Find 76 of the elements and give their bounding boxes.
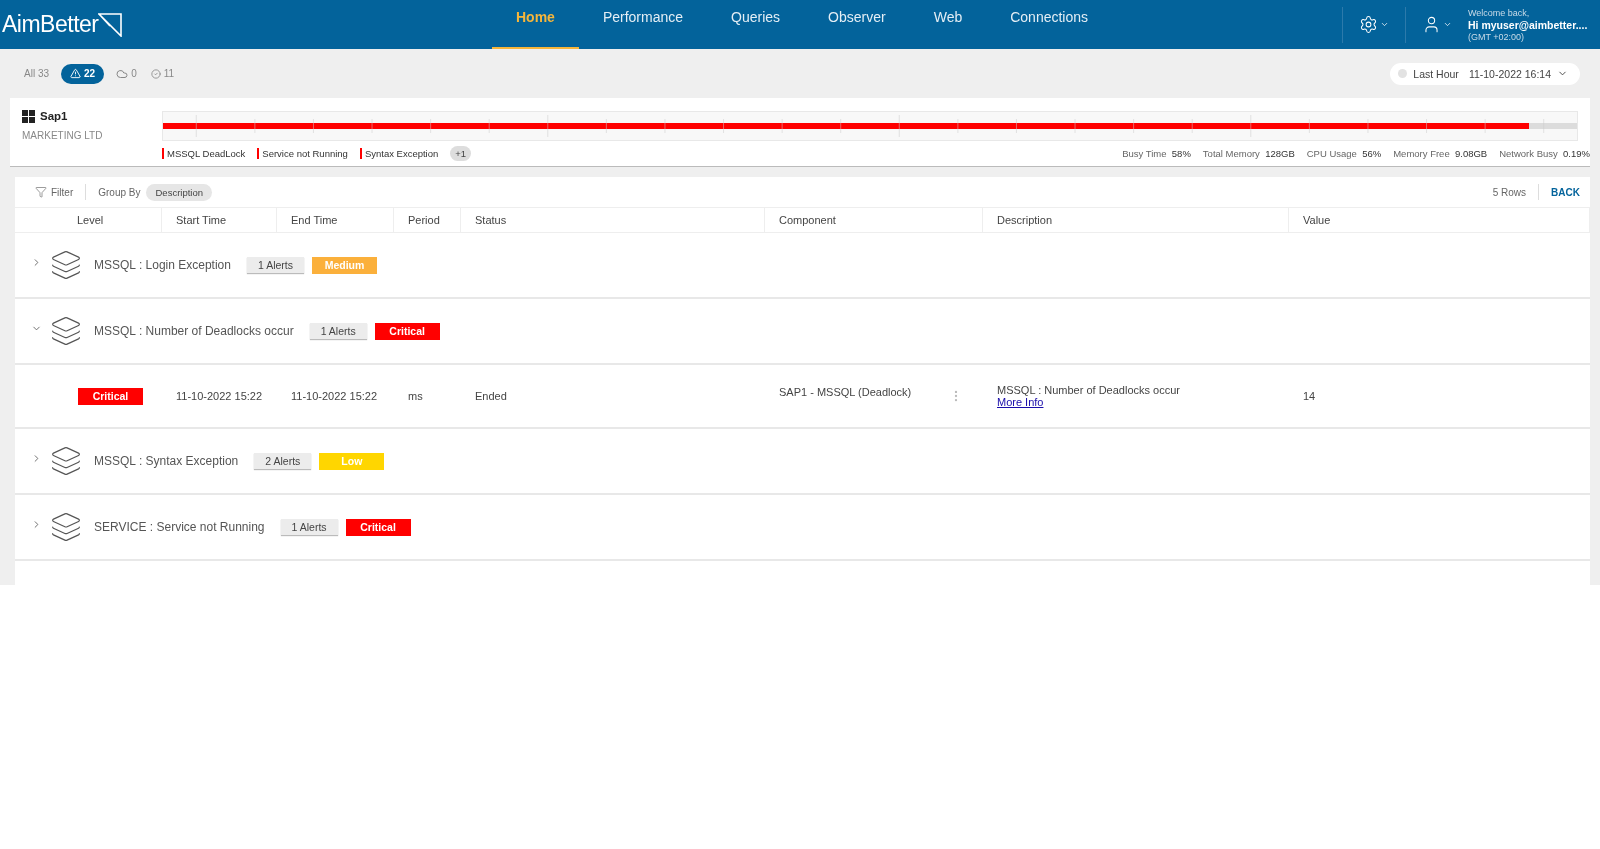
layers-icon [50, 445, 82, 477]
description-text: MSSQL : Number of Deadlocks occur [997, 384, 1181, 396]
group-by-chip[interactable]: Description [146, 183, 212, 201]
filter-chip[interactable]: 11 [148, 63, 177, 84]
table-cell-text: 14 [1302, 390, 1317, 402]
windows-icon [22, 109, 35, 123]
severity-badge: Critical [374, 322, 440, 340]
nav-tab[interactable]: Queries [707, 0, 805, 49]
more-info-link[interactable]: More Info [997, 396, 1289, 408]
table-cell: SAP1 - MSSQL (Deadlock) [779, 386, 912, 398]
layers-icon [50, 511, 82, 543]
stat-text: Memory Free 9.08GB [1393, 148, 1488, 159]
back-link[interactable]: BACK [1551, 186, 1580, 198]
severity-badge: Critical [345, 518, 411, 536]
settings-icon [1359, 15, 1378, 34]
group-title: MSSQL : Login Exception [94, 258, 231, 272]
stat-text: Network Busy 0.19% [1499, 148, 1590, 159]
column-header: End Time [277, 208, 394, 232]
filter-icon [35, 186, 47, 198]
severity-badge: Medium [312, 256, 377, 274]
nav-tab[interactable]: Connections [986, 0, 1113, 49]
column-header: Value [1289, 208, 1590, 232]
filter-chip[interactable]: 0 [114, 63, 139, 84]
nav-tab[interactable]: Observer [804, 0, 910, 49]
layers-icon [50, 249, 82, 281]
timezone-text: (GMT +02:00) [1468, 31, 1526, 43]
column-header: Description [983, 208, 1289, 232]
column-header: Level [15, 208, 162, 232]
alerts-count: 1 Alerts [309, 323, 367, 339]
column-header: Start Time [162, 208, 277, 232]
table-cell-text: 11-10-2022 15:22 [175, 390, 264, 402]
company-name: MARKETING LTD [22, 129, 104, 141]
warning-icon [70, 68, 81, 79]
time-range-label: Last Hour [1413, 67, 1459, 80]
group-title: MSSQL : Number of Deadlocks occur [94, 324, 294, 338]
stat-text: Busy Time 58% [1122, 148, 1191, 159]
check-icon [150, 68, 161, 79]
column-header: Component [765, 208, 983, 232]
alerts-count: 2 Alerts [254, 453, 312, 469]
filter-chip[interactable]: All 33 [22, 63, 51, 84]
layers-icon [50, 315, 82, 347]
nav-tab[interactable]: Performance [578, 0, 708, 49]
group-by-label: Group By [98, 186, 141, 198]
user-icon [1422, 15, 1441, 34]
greeting-text: Welcome back, [1468, 6, 1531, 19]
user-name: Hi myuser@aimbetter.... [1468, 18, 1589, 31]
severity-badge: Critical [78, 387, 143, 405]
server-name: Sap1 [40, 110, 68, 122]
status-dot-icon [1398, 69, 1408, 78]
column-header: Period [394, 208, 461, 232]
legend-label: MSSQL DeadLock [167, 148, 246, 159]
group-title: SERVICE : Service not Running [94, 520, 265, 534]
logo-text: AimBetter [2, 11, 99, 38]
nav-tab[interactable]: Web [909, 0, 987, 49]
alerts-count: 1 Alerts [280, 519, 338, 535]
severity-badge: Low [319, 452, 385, 470]
filter-button[interactable]: Filter [35, 186, 74, 198]
legend-label: Service not Running [262, 148, 348, 159]
table-cell-text: ms [407, 390, 424, 402]
table-cell-text: 11-10-2022 15:22 [290, 390, 379, 402]
logo-icon [98, 12, 123, 37]
stat-text: CPU Usage 56% [1306, 148, 1382, 159]
time-range-dropdown[interactable]: Last Hour 11-10-2022 16:14 [1390, 62, 1580, 85]
group-title: MSSQL : Syntax Exception [94, 454, 239, 468]
column-header: Status [461, 208, 765, 232]
caret-icon [1380, 20, 1389, 29]
alerts-count: 1 Alerts [246, 257, 304, 273]
time-range-value: 11-10-2022 16:14 [1468, 67, 1551, 80]
filter-chip[interactable]: 22 [61, 63, 105, 84]
cloud-icon [116, 67, 129, 80]
table-cell-text: Ended [474, 390, 508, 402]
caret-icon [1443, 20, 1452, 29]
more-count[interactable]: +1 [450, 146, 472, 161]
row-count: 5 Rows [1492, 186, 1527, 198]
stat-text: Total Memory 128GB [1202, 148, 1295, 159]
legend-label: Syntax Exception [364, 148, 439, 159]
